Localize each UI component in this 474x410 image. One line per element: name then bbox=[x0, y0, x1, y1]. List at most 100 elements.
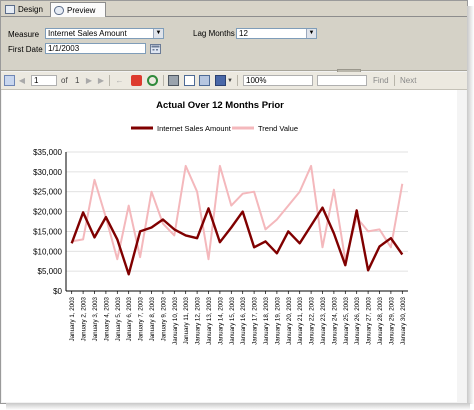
window-shadow bbox=[6, 403, 470, 410]
x-tick-label: January 2, 2003 bbox=[81, 296, 88, 341]
toolbar-separator bbox=[394, 75, 395, 86]
lag-months-label: Lag Months bbox=[193, 29, 235, 38]
x-tick-label: January 14, 2003 bbox=[217, 296, 224, 344]
tab-design-label: Design bbox=[18, 4, 43, 14]
x-tick-label: January 22, 2003 bbox=[309, 296, 316, 344]
x-tick-label: January 18, 2003 bbox=[263, 296, 270, 344]
x-tick-label: January 4, 2003 bbox=[103, 296, 110, 341]
x-tick-label: January 17, 2003 bbox=[252, 296, 259, 344]
x-tick-label: January 27, 2003 bbox=[366, 296, 373, 344]
chevron-down-icon[interactable]: ▼ bbox=[227, 75, 233, 86]
measure-select-value: Internet Sales Amount bbox=[48, 29, 127, 38]
lag-months-select[interactable]: 12 ▼ bbox=[236, 28, 317, 39]
x-tick-label: January 9, 2003 bbox=[160, 296, 167, 341]
series-line-trend-value bbox=[71, 164, 404, 261]
x-tick-label: January 24, 2003 bbox=[331, 296, 338, 344]
report-scroll-gutter[interactable] bbox=[457, 90, 466, 402]
zoom-select[interactable]: 100% bbox=[243, 75, 313, 86]
tab-design[interactable]: Design bbox=[2, 2, 56, 16]
x-tick-label: January 1, 2003 bbox=[69, 296, 76, 341]
x-tick-label: January 7, 2003 bbox=[138, 296, 145, 341]
y-tick-label: $10,000 bbox=[33, 247, 62, 256]
report-toolbar: ◀ 1 of 1 ▶ ▶ ← ▼ 100% Find Next bbox=[1, 72, 467, 90]
tab-bar: Design Preview bbox=[1, 1, 467, 17]
x-tick-label: January 13, 2003 bbox=[206, 296, 213, 344]
line-chart: Actual Over 12 Months Prior Internet Sal… bbox=[33, 100, 408, 345]
last-page-icon[interactable]: ▶ bbox=[97, 75, 105, 86]
x-tick-label: January 12, 2003 bbox=[195, 296, 202, 344]
tab-preview[interactable]: Preview bbox=[50, 2, 106, 17]
toolbar-separator bbox=[163, 75, 164, 86]
lag-months-value: 12 bbox=[239, 29, 248, 38]
toolbar-separator bbox=[109, 75, 110, 86]
stop-icon[interactable] bbox=[131, 75, 142, 86]
previous-page-icon[interactable]: ◀ bbox=[18, 75, 26, 86]
x-tick-label: January 25, 2003 bbox=[343, 296, 350, 344]
y-tick-label: $15,000 bbox=[33, 227, 62, 236]
first-date-label: First Date bbox=[8, 45, 43, 54]
tab-preview-label: Preview bbox=[67, 5, 96, 15]
chart-title: Actual Over 12 Months Prior bbox=[156, 100, 284, 111]
of-label: of bbox=[61, 76, 68, 85]
parameters-panel: Measure Internet Sales Amount ▼ Lag Mont… bbox=[1, 17, 467, 71]
report-canvas: Actual Over 12 Months Prior Internet Sal… bbox=[2, 90, 464, 402]
x-tick-label: January 30, 2003 bbox=[400, 296, 407, 344]
x-tick-label: January 16, 2003 bbox=[240, 296, 247, 344]
legend-label-sales: Internet Sales Amount bbox=[157, 124, 232, 133]
x-tick-label: January 21, 2003 bbox=[297, 296, 304, 344]
x-tick-label: January 29, 2003 bbox=[388, 296, 395, 344]
page-setup-icon[interactable] bbox=[199, 75, 210, 86]
x-tick-label: January 8, 2003 bbox=[149, 296, 156, 341]
back-icon[interactable]: ← bbox=[115, 75, 124, 86]
print-layout-icon[interactable] bbox=[184, 75, 195, 86]
x-tick-label: January 6, 2003 bbox=[126, 296, 133, 341]
legend-label-trend: Trend Value bbox=[258, 124, 298, 133]
x-tick-label: January 26, 2003 bbox=[354, 296, 361, 344]
first-page-icon[interactable] bbox=[4, 75, 15, 86]
design-icon bbox=[5, 4, 15, 14]
y-tick-label: $30,000 bbox=[33, 168, 62, 177]
total-pages: 1 bbox=[75, 76, 80, 85]
calendar-glyph bbox=[151, 45, 160, 51]
measure-select[interactable]: Internet Sales Amount ▼ bbox=[45, 28, 164, 39]
x-tick-label: January 23, 2003 bbox=[320, 296, 327, 344]
first-date-value: 1/1/2003 bbox=[48, 44, 80, 53]
y-tick-label: $20,000 bbox=[33, 208, 62, 217]
calendar-icon[interactable] bbox=[150, 44, 161, 54]
x-tick-label: January 5, 2003 bbox=[115, 296, 122, 341]
legend: Internet Sales Amount Trend Value bbox=[131, 124, 298, 133]
print-icon[interactable] bbox=[168, 75, 179, 86]
toolbar-separator bbox=[237, 75, 238, 86]
refresh-icon[interactable] bbox=[147, 75, 158, 86]
zoom-value: 100% bbox=[246, 76, 267, 85]
y-tick-label: $0 bbox=[53, 287, 62, 296]
chart-series bbox=[70, 164, 404, 276]
x-axis: January 1, 2003 January 2, 2003 January 3,… bbox=[69, 291, 407, 345]
x-tick-label: January 28, 2003 bbox=[377, 296, 384, 344]
find-link[interactable]: Find bbox=[373, 75, 389, 86]
next-page-icon[interactable]: ▶ bbox=[85, 75, 93, 86]
y-tick-label: $25,000 bbox=[33, 188, 62, 197]
x-tick-label: January 10, 2003 bbox=[172, 296, 179, 344]
page-number-value: 1 bbox=[34, 76, 39, 85]
chevron-down-icon[interactable]: ▼ bbox=[153, 29, 163, 38]
chevron-down-icon[interactable]: ▼ bbox=[306, 29, 316, 38]
preview-icon bbox=[54, 5, 64, 15]
x-tick-label: January 15, 2003 bbox=[229, 296, 236, 344]
find-input[interactable] bbox=[317, 75, 367, 86]
report-viewer-window: Design Preview Measure Internet Sales Am… bbox=[0, 0, 468, 404]
page-number-input[interactable]: 1 bbox=[31, 75, 57, 86]
x-tick-label: January 3, 2003 bbox=[92, 296, 99, 341]
window-shadow bbox=[467, 6, 474, 404]
measure-label: Measure bbox=[8, 30, 40, 39]
chart-area: Actual Over 12 Months Prior Internet Sal… bbox=[10, 94, 458, 384]
y-tick-label: $5,000 bbox=[38, 267, 63, 276]
x-tick-label: January 11, 2003 bbox=[183, 296, 190, 344]
y-axis: $0 $5,000 $10,000 $15,000 $20,000 $25,000 $30,… bbox=[33, 148, 62, 296]
y-tick-label: $35,000 bbox=[33, 148, 62, 157]
export-icon[interactable] bbox=[215, 75, 226, 86]
x-tick-label: January 20, 2003 bbox=[286, 296, 293, 344]
first-date-input[interactable]: 1/1/2003 bbox=[45, 43, 146, 54]
x-tick-label: January 19, 2003 bbox=[274, 296, 281, 344]
next-link[interactable]: Next bbox=[400, 75, 416, 86]
